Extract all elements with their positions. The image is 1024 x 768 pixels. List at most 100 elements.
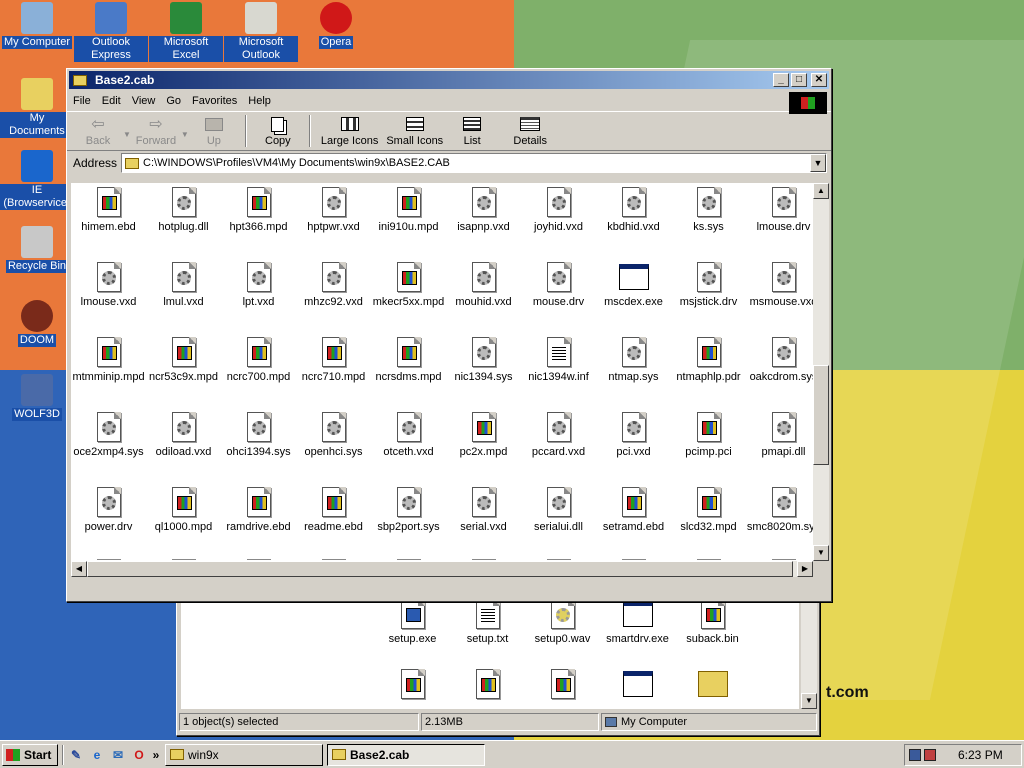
file-item[interactable]: mouse.drv	[521, 262, 596, 308]
desktop-outlook-express-shortcut[interactable]: Outlook Express	[74, 2, 148, 62]
file-pane[interactable]: himem.ebd hotplug.dll hpt366.mpd hptpwr.vxd…	[71, 183, 813, 561]
file-item[interactable]: himem.ebd	[71, 187, 146, 233]
file-item[interactable]: serial.vxd	[446, 487, 521, 533]
file-item[interactable]: setup0.wav	[525, 599, 600, 645]
file-item[interactable]: pci.vxd	[596, 412, 671, 458]
file-item[interactable]: joyhid.vxd	[521, 187, 596, 233]
desktop-folder-shortcut[interactable]: My Documents	[0, 78, 74, 138]
file-item[interactable]: ntmap.sys	[596, 337, 671, 383]
quicklaunch-more[interactable]: »	[151, 746, 161, 764]
desktop-computer-shortcut[interactable]: My Computer	[0, 2, 74, 49]
file-item[interactable]: lmouse.drv	[746, 187, 813, 233]
address-dropdown-button[interactable]: ▼	[810, 154, 826, 172]
copy-button[interactable]: Copy	[253, 112, 303, 150]
menu-help[interactable]: Help	[248, 95, 271, 107]
file-item[interactable]	[450, 669, 525, 703]
task-win9x[interactable]: win9x	[165, 743, 323, 766]
file-item[interactable]: ntmaphlp.pdr	[671, 337, 746, 383]
minimize-button[interactable]: _	[773, 73, 789, 87]
file-item[interactable]: kbdhid.vxd	[596, 187, 671, 233]
scroll-down-button[interactable]: ▼	[813, 545, 829, 561]
file-item[interactable]: nic1394.sys	[446, 337, 521, 383]
file-item[interactable]: readme.ebd	[296, 487, 371, 533]
network-icon[interactable]	[909, 749, 921, 761]
file-item[interactable]: pccard.vxd	[521, 412, 596, 458]
horizontal-scrollbar[interactable]: ◀ ▶	[71, 561, 813, 577]
file-item[interactable]: serialui.dll	[521, 487, 596, 533]
scroll-down-button[interactable]: ▼	[801, 693, 817, 709]
clock[interactable]: 6:23 PM	[958, 748, 1003, 762]
file-item[interactable]: ncrc700.mpd	[221, 337, 296, 383]
file-item[interactable]: setup.exe	[375, 599, 450, 645]
scroll-left-button[interactable]: ◀	[71, 561, 87, 577]
small-icons-button[interactable]: Small Icons	[382, 112, 447, 150]
file-item[interactable]: isapnp.vxd	[446, 187, 521, 233]
file-item[interactable]	[675, 669, 750, 703]
address-field[interactable]: C:\WINDOWS\Profiles\VM4\My Documents\win…	[121, 153, 827, 173]
file-item[interactable]: smc8020m.sys	[746, 487, 813, 533]
outlook-icon[interactable]: ✉	[109, 746, 127, 764]
file-item[interactable]: oakcdrom.sys	[746, 337, 813, 383]
desktop-excel-shortcut[interactable]: Microsoft Excel	[149, 2, 223, 62]
list-button[interactable]: List	[447, 112, 497, 150]
forward-dropdown-icon[interactable]: ▼	[181, 130, 189, 139]
menu-file[interactable]: File	[73, 95, 91, 107]
menu-edit[interactable]: Edit	[102, 95, 121, 107]
task-base2-cab[interactable]: Base2.cab	[327, 743, 485, 766]
file-item[interactable]	[600, 669, 675, 703]
win9x-vertical-scrollbar[interactable]: ▼	[801, 599, 817, 709]
desktop-ie-shortcut[interactable]: IE (Browservice)	[0, 150, 74, 210]
window-titlebar[interactable]: Base2.cab _ □ ✕	[69, 71, 829, 89]
file-item[interactable]: smartdrv.exe	[600, 599, 675, 645]
scroll-right-button[interactable]: ▶	[797, 561, 813, 577]
scheduler-icon[interactable]	[924, 749, 936, 761]
back-button[interactable]: ⇦ Back	[73, 112, 123, 150]
scroll-up-button[interactable]: ▲	[813, 183, 829, 199]
start-button[interactable]: Start	[2, 743, 58, 766]
up-button[interactable]: Up	[189, 112, 239, 150]
file-item[interactable]: mhzc92.vxd	[296, 262, 371, 308]
file-item[interactable]: lpt.vxd	[221, 262, 296, 308]
vertical-scrollbar[interactable]: ▲ ▼	[813, 183, 829, 561]
file-item[interactable]: ncrsdms.mpd	[371, 337, 446, 383]
horizontal-scroll-thumb[interactable]	[87, 561, 793, 577]
desktop-opera-shortcut[interactable]: Opera	[299, 2, 373, 49]
file-item[interactable]: ini910u.mpd	[371, 187, 446, 233]
file-item[interactable]: pcimp.pci	[671, 412, 746, 458]
file-item[interactable]: odiload.vxd	[146, 412, 221, 458]
menu-view[interactable]: View	[132, 95, 156, 107]
file-item[interactable]: pc2x.mpd	[446, 412, 521, 458]
vertical-scroll-thumb[interactable]	[813, 365, 829, 465]
file-item[interactable]: nic1394w.inf	[521, 337, 596, 383]
menu-favorites[interactable]: Favorites	[192, 95, 237, 107]
opera-icon[interactable]: O	[130, 746, 148, 764]
file-item[interactable]: suback.bin	[675, 599, 750, 645]
large-icons-button[interactable]: Large Icons	[317, 112, 382, 150]
file-item[interactable]: mscdex.exe	[596, 262, 671, 308]
file-item[interactable]: hpt366.mpd	[221, 187, 296, 233]
file-item[interactable]: openhci.sys	[296, 412, 371, 458]
file-item[interactable]: msmouse.vxd	[746, 262, 813, 308]
file-item[interactable]: msjstick.drv	[671, 262, 746, 308]
file-item[interactable]: sbp2port.sys	[371, 487, 446, 533]
maximize-button[interactable]: □	[791, 73, 807, 87]
file-item[interactable]	[525, 669, 600, 703]
desktop-wolf3d-shortcut[interactable]: WOLF3D	[0, 374, 74, 421]
menu-go[interactable]: Go	[166, 95, 181, 107]
base2-window[interactable]: Base2.cab _ □ ✕ File Edit View Go Favori…	[66, 68, 832, 602]
file-item[interactable]: lmouse.vxd	[71, 262, 146, 308]
file-item[interactable]: hptpwr.vxd	[296, 187, 371, 233]
file-item[interactable]: ql1000.mpd	[146, 487, 221, 533]
file-item[interactable]: lmul.vxd	[146, 262, 221, 308]
show-desktop-icon[interactable]: ✎	[67, 746, 85, 764]
close-button[interactable]: ✕	[811, 73, 827, 87]
ie-icon[interactable]: e	[88, 746, 106, 764]
file-item[interactable]: ramdrive.ebd	[221, 487, 296, 533]
details-button[interactable]: Details	[505, 112, 555, 150]
back-dropdown-icon[interactable]: ▼	[123, 130, 131, 139]
file-item[interactable]	[375, 669, 450, 703]
file-item[interactable]: ncrc710.mpd	[296, 337, 371, 383]
file-item[interactable]: power.drv	[71, 487, 146, 533]
file-item[interactable]: otceth.vxd	[371, 412, 446, 458]
file-item[interactable]: mouhid.vxd	[446, 262, 521, 308]
